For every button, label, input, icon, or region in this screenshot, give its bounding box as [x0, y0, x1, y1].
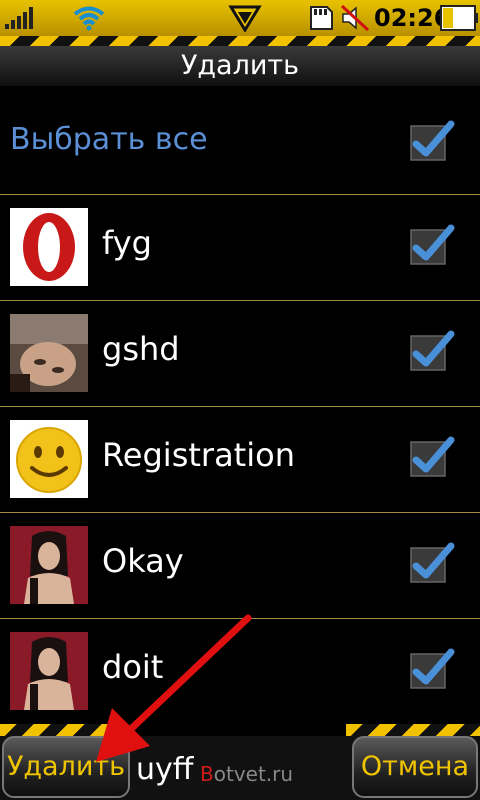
portrait-thumbnail: [10, 526, 88, 604]
item-checkbox[interactable]: [408, 646, 456, 694]
item-checkbox[interactable]: [408, 328, 456, 376]
hazard-stripe-bottom-left: [0, 724, 134, 736]
signal-icon: [5, 7, 33, 29]
item-name: gshd: [102, 330, 180, 368]
hazard-stripe-bottom-right: [346, 724, 480, 736]
list-item[interactable]: fyg: [0, 194, 480, 301]
typed-text: uyff: [136, 752, 194, 787]
status-bar: 02:26: [0, 0, 480, 36]
list-item[interactable]: doit: [0, 618, 480, 724]
smiley-icon: [10, 420, 88, 498]
item-thumbnail: [10, 420, 88, 498]
notification-triangle-icon[interactable]: [228, 4, 262, 32]
list-item[interactable]: gshd: [0, 300, 480, 407]
select-all-checkbox[interactable]: [408, 118, 456, 166]
title-bar: Удалить: [0, 46, 480, 86]
clock: 02:26: [374, 4, 451, 32]
item-name: Okay: [102, 542, 184, 580]
sd-card-icon: [310, 6, 333, 30]
item-checkbox[interactable]: [408, 540, 456, 588]
watermark-letter: B: [200, 762, 214, 786]
item-name: doit: [102, 648, 164, 686]
page-title: Удалить: [180, 50, 300, 81]
wifi-icon: [73, 6, 105, 31]
muted-speaker-icon: [340, 4, 370, 32]
watermark: Botvet.ru: [200, 762, 293, 786]
item-name: fyg: [102, 224, 152, 262]
opera-logo-icon: [10, 208, 88, 286]
portrait-thumbnail: [10, 632, 88, 710]
watermark-text: otvet.ru: [213, 762, 294, 786]
cancel-button[interactable]: Отмена: [352, 736, 478, 798]
select-all-label: Выбрать все: [10, 122, 208, 157]
item-checkbox[interactable]: [408, 434, 456, 482]
item-thumbnail: [10, 208, 88, 286]
item-thumbnail: [10, 632, 88, 710]
item-name: Registration: [102, 436, 295, 474]
item-checkbox[interactable]: [408, 222, 456, 270]
item-thumbnail: [10, 526, 88, 604]
photo-thumbnail: [10, 314, 88, 392]
battery-icon: [440, 5, 478, 31]
list-item[interactable]: Registration: [0, 406, 480, 513]
list-item[interactable]: Okay: [0, 512, 480, 619]
select-all-row[interactable]: Выбрать все: [0, 88, 480, 195]
delete-button[interactable]: Удалить: [2, 736, 130, 798]
item-thumbnail: [10, 314, 88, 392]
